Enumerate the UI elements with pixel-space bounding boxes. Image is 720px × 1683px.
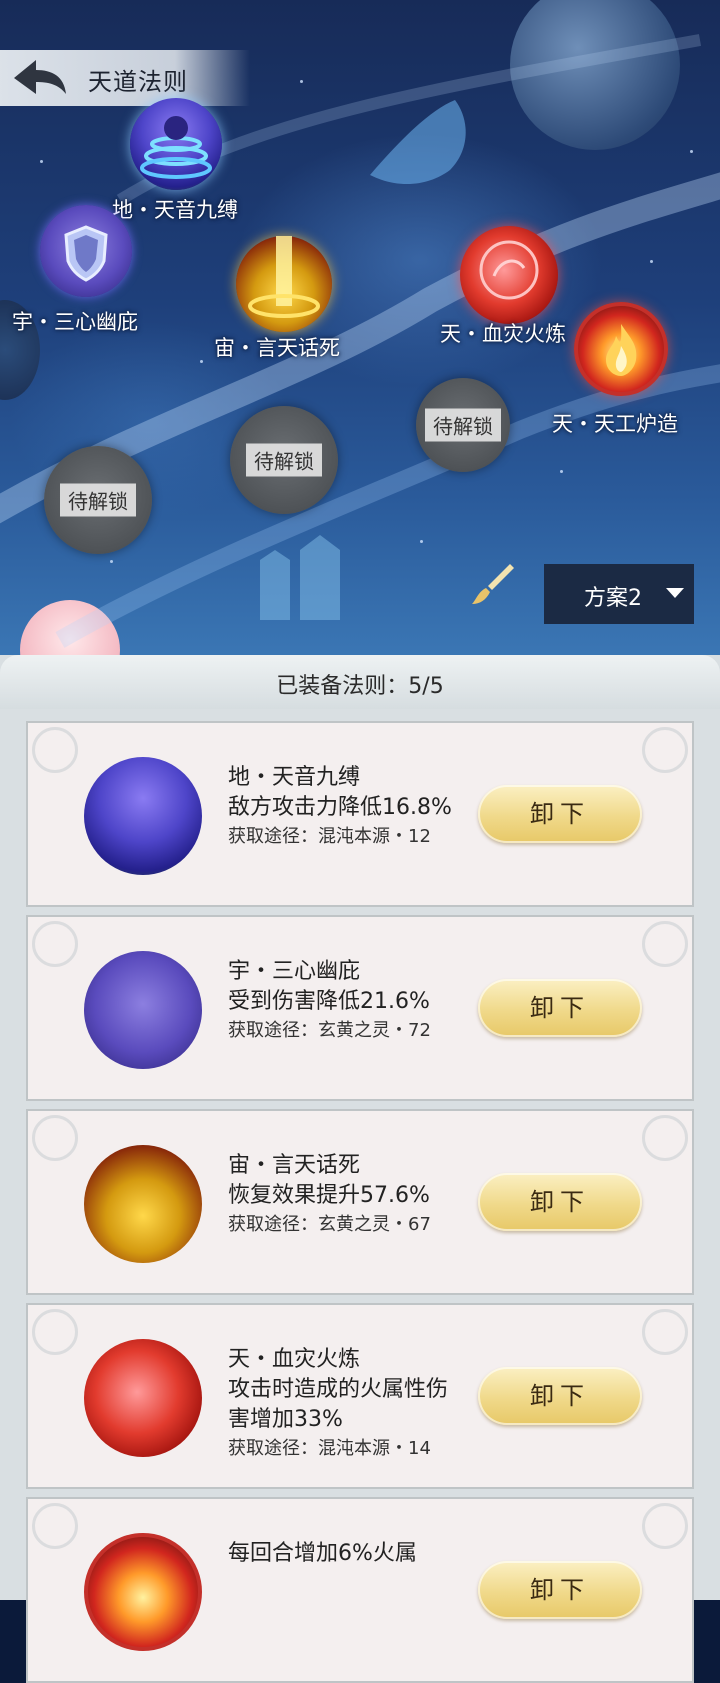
law-node-label: 宇・三心幽庇 xyxy=(12,310,138,334)
law-card: 宙・言天话死 恢复效果提升57.6% 获取途径：玄黄之灵・67 卸下 xyxy=(26,1109,694,1295)
rule-desc: 攻击时造成的火属性伤害增加33% xyxy=(228,1377,449,1432)
card-text: 宙・言天话死 恢复效果提升57.6% 获取途径：玄黄之灵・67 xyxy=(228,1151,458,1271)
law-node-tiangong[interactable] xyxy=(574,302,668,396)
whirlwind-icon xyxy=(84,757,202,875)
unload-button[interactable]: 卸下 xyxy=(478,1173,642,1231)
cloud-corner-decoration xyxy=(642,1503,688,1549)
locked-label: 待解锁 xyxy=(425,408,501,442)
law-node-label: 宙・言天话死 xyxy=(214,336,340,360)
cloud-corner-decoration xyxy=(642,921,688,967)
card-text: 天・血灾火炼 攻击时造成的火属性伤害增加33% 获取途径：混沌本源・14 xyxy=(228,1345,458,1465)
rule-name: 宙・言天话死 xyxy=(228,1153,361,1178)
rule-name: 天・血灾火炼 xyxy=(228,1347,361,1372)
scheme-label: 方案2 xyxy=(584,586,642,611)
cloud-corner-decoration xyxy=(32,1503,78,1549)
cloud-corner-decoration xyxy=(642,1309,688,1355)
locked-label: 待解锁 xyxy=(246,443,322,477)
shield-icon xyxy=(64,225,108,282)
light-beam-icon xyxy=(248,236,320,318)
cloud-corner-decoration xyxy=(32,921,78,967)
law-map: 天道法则 地・天音九缚 宇・三心幽庇 宙・言天话死 天・血灾火炼 天・天工炉造 … xyxy=(0,0,720,660)
brush-icon[interactable] xyxy=(470,560,518,608)
law-node-xuezai[interactable] xyxy=(460,226,558,324)
chevron-down-icon xyxy=(666,588,684,598)
flame-icon xyxy=(84,1533,202,1651)
law-node-tianyin[interactable] xyxy=(130,98,222,190)
page-title: 天道法则 xyxy=(88,68,188,96)
cloud-corner-decoration xyxy=(642,1115,688,1161)
scheme-selector[interactable]: 方案2 xyxy=(544,564,694,624)
law-card: 宇・三心幽庇 受到伤害降低21.6% 获取途径：玄黄之灵・72 卸下 xyxy=(26,915,694,1101)
rule-name: 宇・三心幽庇 xyxy=(228,959,361,984)
light-beam-icon xyxy=(84,1145,202,1263)
locked-label: 待解锁 xyxy=(60,483,136,517)
cloud-corner-decoration xyxy=(32,1115,78,1161)
unload-button[interactable]: 卸下 xyxy=(478,1561,642,1619)
flame-icon xyxy=(606,324,637,376)
cloud-corner-decoration xyxy=(642,727,688,773)
rule-source: 获取途径：玄黄之灵・67 xyxy=(228,1214,431,1235)
law-card: 每回合增加6%火属 卸下 xyxy=(26,1497,694,1683)
law-card: 天・血灾火炼 攻击时造成的火属性伤害增加33% 获取途径：混沌本源・14 卸下 xyxy=(26,1303,694,1489)
whirlwind-icon xyxy=(140,116,212,179)
law-node-label: 天・血灾火炼 xyxy=(440,322,566,346)
equipped-panel: 已装备法则：5/5 地・天音九缚 敌方攻击力降低16.8% 获取途径：混沌本源・… xyxy=(0,655,720,1683)
law-node-label: 天・天工炉造 xyxy=(552,412,678,436)
unload-button[interactable]: 卸下 xyxy=(478,1367,642,1425)
unload-button[interactable]: 卸下 xyxy=(478,785,642,843)
rule-desc: 敌方攻击力降低16.8% xyxy=(228,795,452,820)
card-text: 每回合增加6%火属 xyxy=(228,1539,458,1659)
card-text: 地・天音九缚 敌方攻击力降低16.8% 获取途径：混沌本源・12 xyxy=(228,763,458,883)
locked-node[interactable]: 待解锁 xyxy=(230,406,338,514)
back-arrow-icon[interactable] xyxy=(8,54,70,102)
panel-header: 已装备法则：5/5 xyxy=(0,655,720,709)
cloud-corner-decoration xyxy=(32,1309,78,1355)
equipped-count: 已装备法则：5/5 xyxy=(276,674,444,699)
cloud-corner-decoration xyxy=(32,727,78,773)
rule-desc: 每回合增加6%火属 xyxy=(228,1541,417,1566)
locked-node[interactable]: 待解锁 xyxy=(416,378,510,472)
blood-orb-icon xyxy=(84,1339,202,1457)
law-card: 地・天音九缚 敌方攻击力降低16.8% 获取途径：混沌本源・12 卸下 xyxy=(26,721,694,907)
blood-orb-icon xyxy=(479,240,539,300)
unload-button[interactable]: 卸下 xyxy=(478,979,642,1037)
rule-source: 获取途径：玄黄之灵・72 xyxy=(228,1020,431,1041)
rule-name: 地・天音九缚 xyxy=(228,765,361,790)
rule-source: 获取途径：混沌本源・14 xyxy=(228,1438,431,1459)
card-text: 宇・三心幽庇 受到伤害降低21.6% 获取途径：玄黄之灵・72 xyxy=(228,957,458,1077)
rule-desc: 恢复效果提升57.6% xyxy=(228,1183,430,1208)
locked-node[interactable]: 待解锁 xyxy=(44,446,152,554)
rule-desc: 受到伤害降低21.6% xyxy=(228,989,430,1014)
law-node-sanxin[interactable] xyxy=(40,205,132,297)
shield-icon xyxy=(84,951,202,1069)
law-node-yantian[interactable] xyxy=(236,236,332,332)
rule-source: 获取途径：混沌本源・12 xyxy=(228,826,431,847)
